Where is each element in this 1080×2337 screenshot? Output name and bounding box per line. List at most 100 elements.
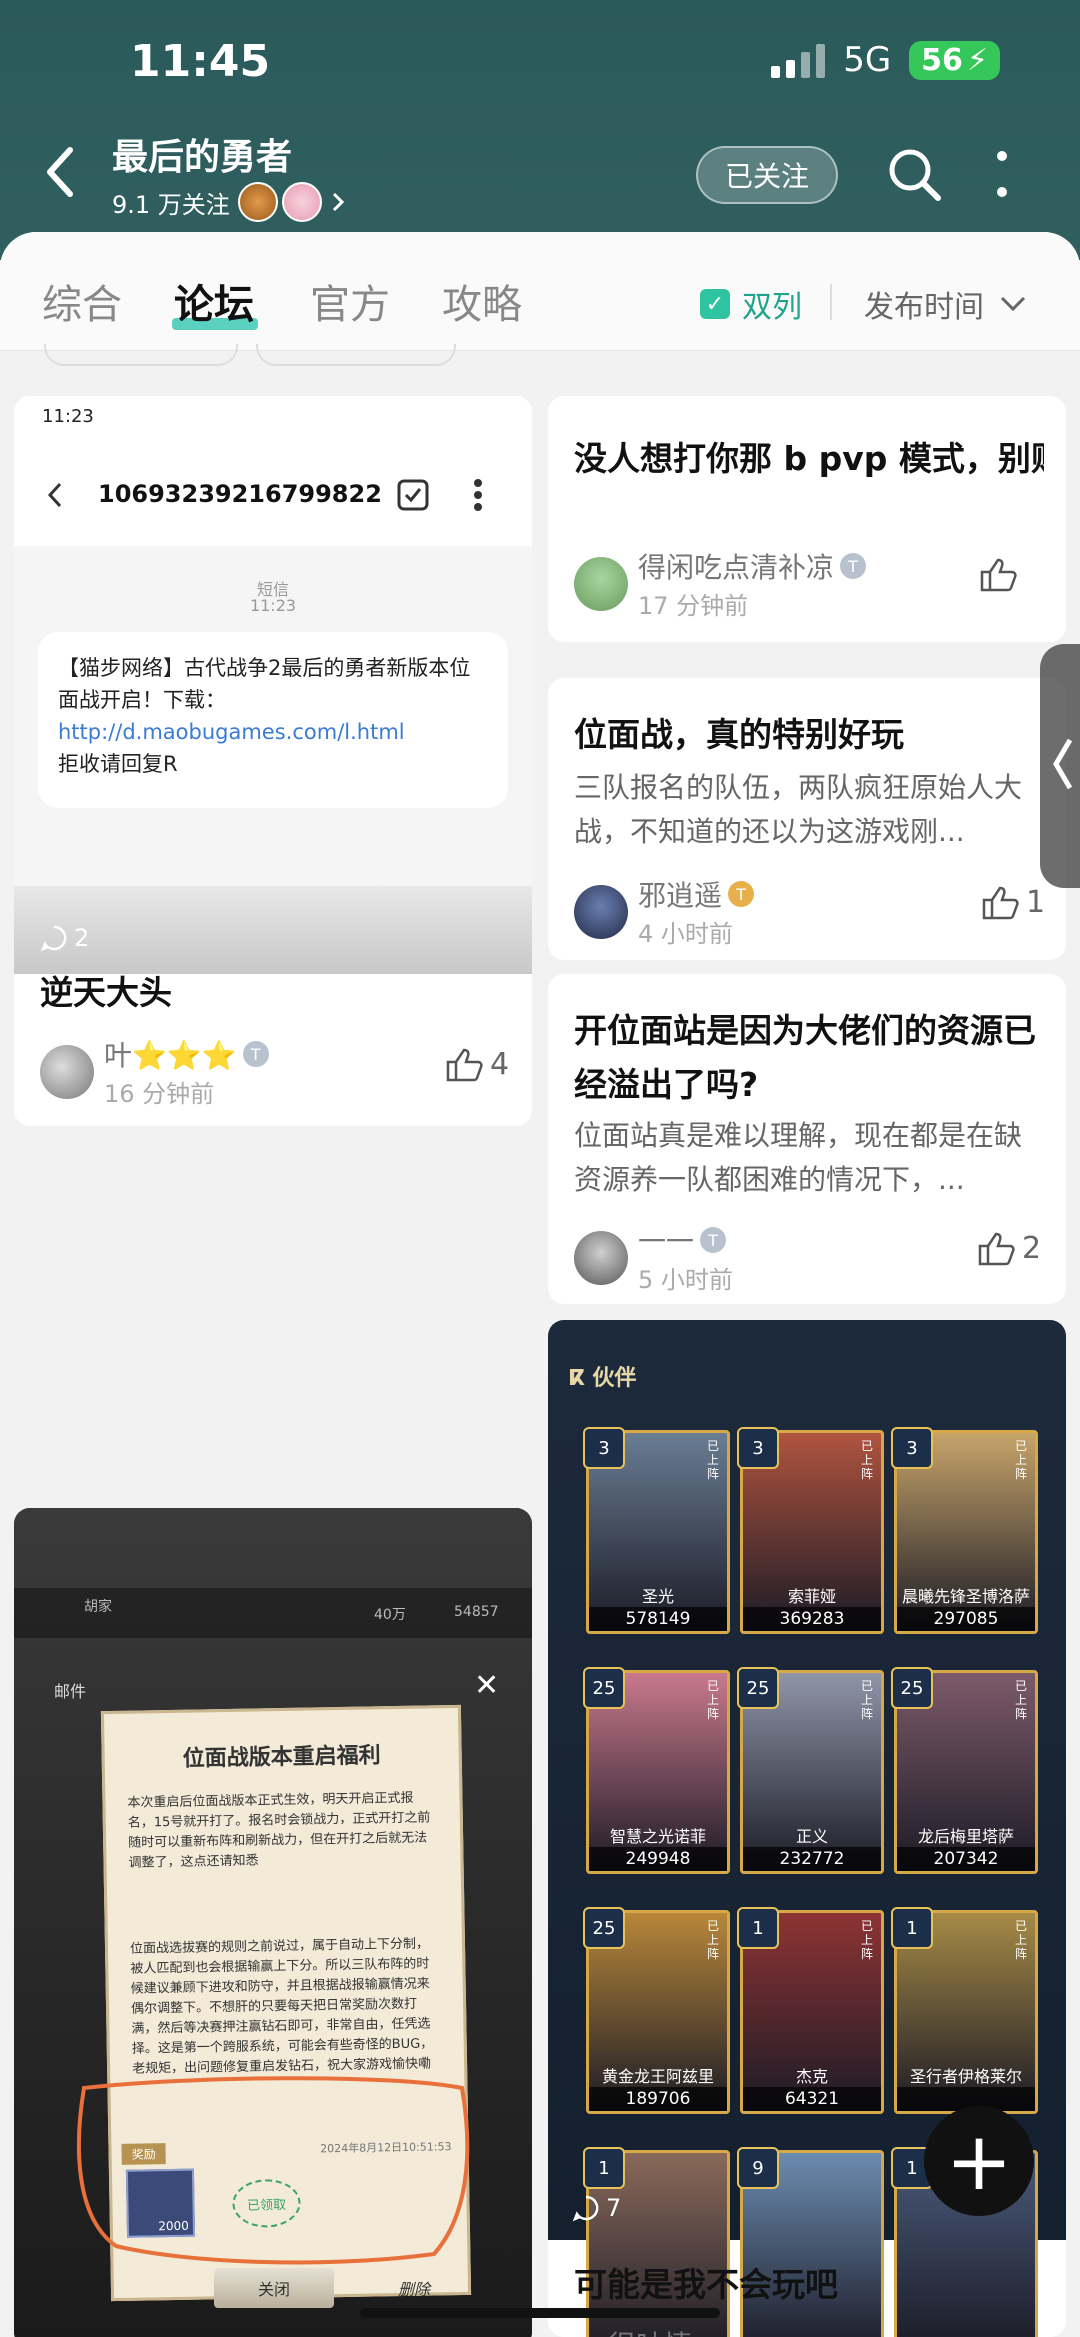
dual-column-toggle[interactable]: ✓ 双列 bbox=[700, 282, 802, 326]
search-icon[interactable] bbox=[884, 144, 944, 204]
plus-icon: + bbox=[945, 2114, 1013, 2208]
post-author[interactable]: 叶⭐⭐⭐ T 16 分钟前 bbox=[40, 1034, 269, 1109]
status-time: 11:45 bbox=[130, 36, 271, 87]
like-button[interactable]: 1 bbox=[980, 884, 1045, 920]
hero-card: 1 已上阵 杰克 64321 bbox=[737, 1907, 884, 2114]
comment-icon bbox=[40, 925, 67, 952]
back-icon[interactable] bbox=[40, 142, 80, 202]
level-badge-icon: T bbox=[840, 553, 867, 579]
avatar bbox=[574, 1230, 628, 1285]
checkbox-icon: ✓ bbox=[700, 289, 730, 319]
post-card[interactable]: 11:23 10693239216799822 短信 11:23 【猫步网络】古… bbox=[14, 396, 532, 1126]
hero-level: 25 bbox=[583, 1907, 625, 1949]
comment-count: 7 bbox=[572, 2194, 621, 2222]
tab-forum[interactable]: 论坛 bbox=[174, 272, 254, 330]
author-name: 邪逍遥 bbox=[638, 879, 723, 912]
image-fade bbox=[14, 886, 532, 974]
divider bbox=[830, 284, 832, 320]
hero-level: 1 bbox=[891, 1907, 933, 1949]
avatar bbox=[40, 1044, 94, 1099]
hero-card: 25 已上阵 龙后梅里塔萨 207342 bbox=[891, 1667, 1038, 1874]
post-card[interactable]: 没人想打你那 b pvp 模式，别败坏一代留下的口碑了 得闲吃点清补凉 T 17… bbox=[548, 396, 1066, 642]
on-field-tag: 已上阵 bbox=[1015, 1919, 1028, 1961]
charging-icon: ⚡ bbox=[966, 42, 988, 78]
on-field-tag: 已上阵 bbox=[861, 1679, 874, 1721]
follower-row[interactable]: 9.1 万关注 bbox=[112, 182, 346, 222]
level-badge-icon: T bbox=[242, 1041, 269, 1067]
level-badge-icon: T bbox=[728, 881, 755, 907]
delete-button: 删除 bbox=[398, 2280, 431, 2299]
create-post-button[interactable]: + bbox=[924, 2106, 1034, 2216]
tab-overview[interactable]: 综合 bbox=[42, 272, 122, 330]
comment-count: 2 bbox=[40, 924, 89, 952]
post-time: 4 小时前 bbox=[638, 920, 733, 948]
network-type: 5G bbox=[843, 40, 892, 80]
post-image: 11:23 10693239216799822 短信 11:23 【猫步网络】古… bbox=[14, 396, 532, 886]
app-header: 11:45 5G 56 ⚡ 最后的勇者 9.1 万关注 已关注 bbox=[0, 0, 1080, 260]
post-excerpt: 位面站真是难以理解，现在都是在缺资源养一队都困难的情况下，... bbox=[574, 1119, 1023, 1196]
follow-button[interactable]: 已关注 bbox=[696, 146, 838, 204]
sms-link: http://d.maobugames.com/l.html bbox=[58, 720, 405, 744]
post-title: 可能是我不会玩吧 bbox=[574, 2265, 838, 2304]
author-name: 很呐情 bbox=[608, 2324, 692, 2337]
mail-tab: 邮件 bbox=[54, 1682, 87, 1701]
sort-dropdown[interactable]: 发布时间 bbox=[864, 282, 1028, 326]
on-field-tag: 已上阵 bbox=[1015, 1439, 1028, 1481]
post-card[interactable]: 胡家 40万 54857 邮件 ✕ 位面战版本重启福利 本次重启后位面战版本正式… bbox=[14, 1508, 532, 2337]
post-card[interactable]: 位面战，真的特别好玩 三队报名的队伍，两队疯狂原始人大战，不知道的还以为这游戏刚… bbox=[548, 678, 1066, 960]
hero-level: 25 bbox=[891, 1667, 933, 1709]
tab-bar: 综合 论坛 官方 攻略 ✓ 双列 发布时间 bbox=[0, 232, 1080, 351]
like-button[interactable]: 2 bbox=[976, 1230, 1041, 1266]
side-drawer-handle[interactable] bbox=[1040, 644, 1080, 888]
hero-name: 智慧之光诺菲 bbox=[609, 1827, 706, 1846]
post-title: 逆天大头 bbox=[40, 973, 172, 1012]
close-button: 关闭 bbox=[214, 2268, 334, 2308]
post-author[interactable]: 得闲吃点清补凉 T 17 分钟前 bbox=[574, 546, 867, 621]
author-name: 得闲吃点清补凉 bbox=[638, 551, 835, 584]
hero-power: 249948 bbox=[589, 1847, 727, 1871]
filter-chip[interactable] bbox=[44, 344, 238, 366]
hero-power: 578149 bbox=[589, 1607, 727, 1631]
filter-chip[interactable] bbox=[256, 344, 456, 366]
panel-title: ⴽ 伙伴 bbox=[568, 1366, 637, 1391]
sms-bubble: 【猫步网络】古代战争2最后的勇者新版本位面战开启！下载： http://d.ma… bbox=[38, 632, 508, 808]
hero-name: 龙后梅里塔萨 bbox=[917, 1827, 1014, 1846]
page-title: 最后的勇者 bbox=[112, 137, 293, 178]
follower-count: 9.1 万关注 bbox=[112, 190, 230, 219]
post-image: ⴽ 伙伴 3 已上阵 圣光 578149 3 已上阵 索菲娅 369283 3 已上阵 晨曦先锋圣博… bbox=[548, 1320, 1066, 2337]
sms-sender: 10693239216799822 bbox=[98, 480, 382, 508]
thumbs-up-icon[interactable] bbox=[978, 556, 1018, 592]
hero-card: 25 已上阵黄金龙王阿兹里 189706 bbox=[583, 1907, 730, 2114]
avatar bbox=[574, 556, 628, 611]
sms-body: 【猫步网络】古代战争2最后的勇者新版本位面战开启！下载： bbox=[58, 656, 471, 712]
post-author[interactable]: 一一 T 5 小时前 bbox=[574, 1220, 733, 1295]
on-field-tag: 已上阵 bbox=[707, 1679, 720, 1721]
hero-name: 正义 bbox=[795, 1827, 828, 1846]
on-field-tag: 已上阵 bbox=[1015, 1679, 1028, 1721]
chevron-down-icon bbox=[1000, 296, 1026, 312]
sms-meta-time: 11:23 bbox=[249, 596, 297, 615]
thumbs-up-icon bbox=[982, 886, 1019, 920]
status-icons: 5G 56 ⚡ bbox=[771, 40, 1000, 80]
hero-card: 3 已上阵 索菲娅 369283 bbox=[737, 1427, 884, 1634]
tab-guide[interactable]: 攻略 bbox=[442, 272, 522, 330]
follower-avatar bbox=[281, 182, 322, 222]
like-button[interactable]: 4 bbox=[444, 1046, 509, 1082]
dual-column-label: 双列 bbox=[742, 290, 802, 325]
post-author[interactable]: 邪逍遥 T 4 小时前 bbox=[574, 874, 755, 949]
level-badge-icon: T bbox=[700, 1227, 727, 1253]
hero-level: 25 bbox=[583, 1667, 625, 1709]
post-card[interactable]: 开位面站是因为大佬们的资源已经溢出了吗? 位面站真是难以理解，现在都是在缺资源养… bbox=[548, 974, 1066, 1304]
hero-power: 189706 bbox=[589, 2087, 727, 2111]
signal-icon bbox=[771, 42, 826, 78]
on-field-tag: 已上阵 bbox=[707, 1919, 720, 1961]
hero-name: 黄金龙王阿兹里 bbox=[601, 2067, 714, 2086]
tab-official[interactable]: 官方 bbox=[310, 272, 390, 330]
hero-card: 1 已上阵 圣行者伊格莱尔 bbox=[891, 1907, 1038, 2114]
more-icon[interactable] bbox=[992, 148, 1012, 200]
post-title: 位面战，真的特别好玩 bbox=[574, 715, 904, 754]
post-title: 开位面站是因为大佬们的资源已经溢出了吗? bbox=[574, 1011, 1036, 1104]
notice-paragraph: 位面战选拔赛的规则之前说过，属于自动上下分制，被人匹配到也会根据输赢上下分。所以… bbox=[129, 1936, 434, 2077]
on-field-tag: 已上阵 bbox=[861, 1439, 874, 1481]
post-time: 16 分钟前 bbox=[104, 1080, 215, 1108]
